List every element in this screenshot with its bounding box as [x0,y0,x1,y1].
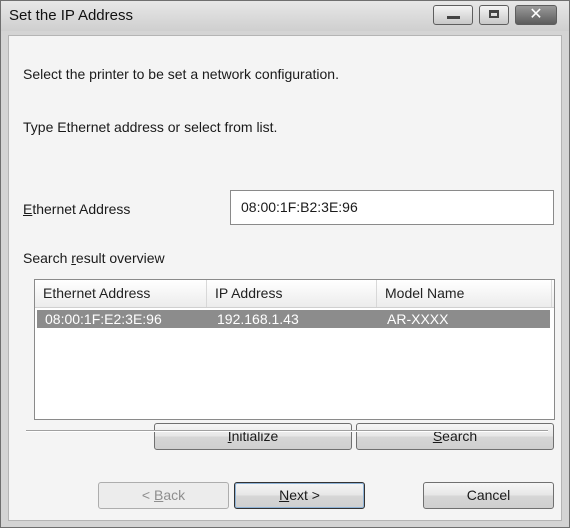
minimize-icon [447,16,460,19]
ethernet-address-input[interactable]: 08:00:1F:B2:3E:96 [230,190,554,225]
dialog-window: Set the IP Address ✕ Select the printer … [0,0,570,528]
search-label-pre: Search [23,250,72,266]
back-mnemonic: B [153,487,164,503]
search-result-label: Search result overview [23,250,165,266]
next-mnemonic: N [279,487,290,503]
maximize-icon [489,10,499,18]
search-results-list[interactable]: Ethernet Address IP Address Model Name 0… [34,279,555,420]
column-header-ip[interactable]: IP Address [207,280,377,307]
list-header: Ethernet Address IP Address Model Name [35,280,554,308]
maximize-button[interactable] [479,5,509,25]
close-icon: ✕ [529,6,543,23]
search-button[interactable]: Search [356,423,554,450]
cancel-button[interactable]: Cancel [423,482,554,509]
back-button[interactable]: < Back [98,482,229,509]
instruction-select-printer: Select the printer to be set a network c… [23,66,339,82]
cell-ethernet: 08:00:1F:E2:3E:96 [45,311,162,327]
next-button[interactable]: Next > [234,482,365,509]
dialog-client-area: Select the printer to be set a network c… [8,35,562,521]
search-label-post: esult overview [75,250,165,266]
title-bar[interactable]: Set the IP Address ✕ [1,1,569,31]
ethernet-label-mnemonic: E [23,201,33,217]
instruction-type-address: Type Ethernet address or select from lis… [23,119,278,135]
ethernet-label-text: thernet Address [32,201,131,217]
separator [26,430,548,432]
cell-model: AR-XXXX [387,311,449,327]
ethernet-address-label: Ethernet Address [23,201,130,217]
column-header-model[interactable]: Model Name [377,280,552,307]
next-label: ext > [289,487,320,503]
cell-ip: 192.168.1.43 [217,311,299,327]
minimize-button[interactable] [433,5,473,25]
list-row-selected[interactable]: 08:00:1F:E2:3E:96 192.168.1.43 AR-XXXX [37,310,550,328]
column-header-ethernet[interactable]: Ethernet Address [35,280,207,307]
close-button[interactable]: ✕ [515,5,557,25]
window-title: Set the IP Address [9,7,133,24]
initialize-button[interactable]: Initialize [154,423,352,450]
back-prefix: < [141,487,154,503]
back-label: ack [163,487,186,503]
